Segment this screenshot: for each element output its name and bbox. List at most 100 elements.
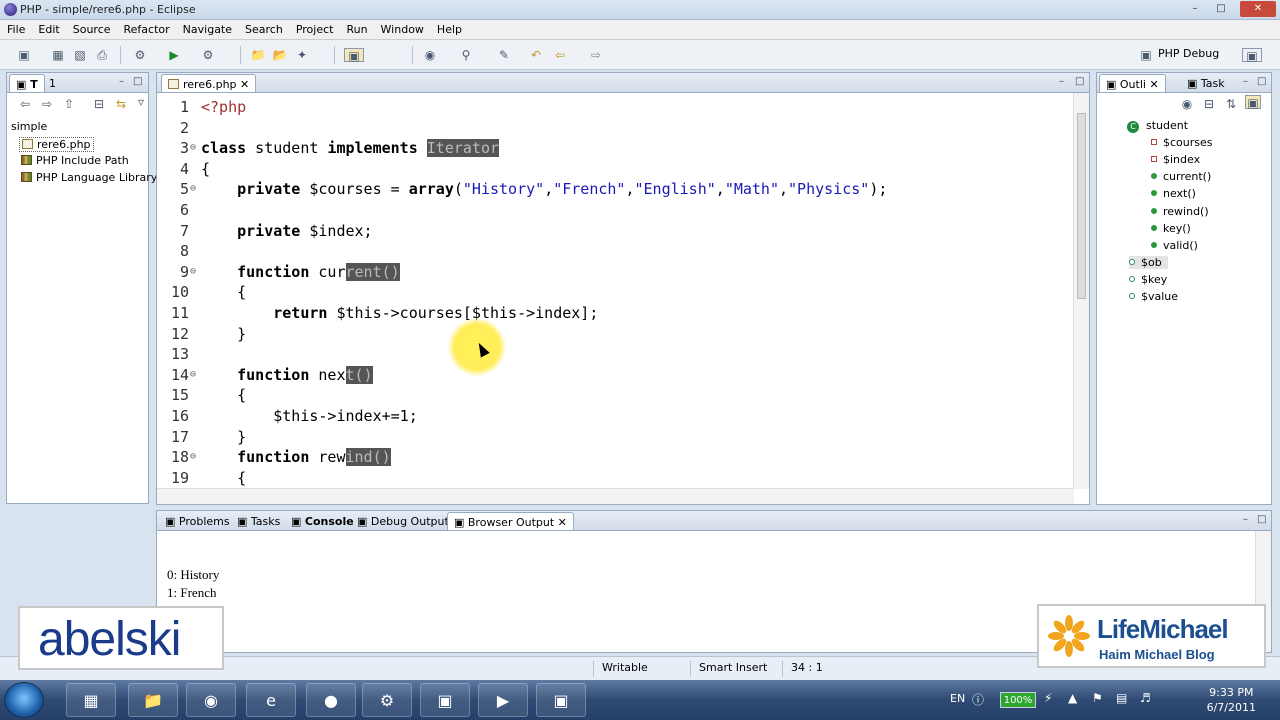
tab-problems[interactable]: ▣ Problems: [159, 512, 236, 530]
debug-icon[interactable]: ⚙: [132, 48, 148, 62]
fold-toggle-icon[interactable]: ⊖: [190, 262, 196, 282]
tree-item-include-path[interactable]: PHP Include Path: [21, 154, 129, 167]
menu-search[interactable]: Search: [238, 20, 289, 36]
hide-fields-icon[interactable]: ◉: [1179, 97, 1195, 111]
outline-item[interactable]: key(): [1151, 222, 1191, 235]
clock[interactable]: 9:33 PM 6/7/2011: [1207, 685, 1256, 715]
taskbar-explorer-icon[interactable]: 📁: [128, 683, 178, 717]
tree-item-language-library[interactable]: PHP Language Library: [21, 171, 157, 184]
taskbar-tool-icon[interactable]: ⚙: [362, 683, 412, 717]
wand-icon[interactable]: ✦: [294, 48, 310, 62]
collapse-all-icon[interactable]: ⊟: [91, 97, 107, 111]
minimize-panel-icon[interactable]: –: [119, 76, 124, 87]
outline-item[interactable]: $index: [1151, 153, 1200, 166]
outline-item[interactable]: $courses: [1151, 136, 1213, 149]
outline-item[interactable]: $ob: [1129, 255, 1168, 269]
last-edit-icon[interactable]: ↶: [528, 48, 544, 62]
tab-rere6-php[interactable]: rere6.php ✕: [161, 74, 257, 92]
fold-toggle-icon[interactable]: ⊖: [190, 179, 196, 199]
taskbar-chrome-icon[interactable]: ◉: [186, 683, 236, 717]
help-icon[interactable]: ⓘ: [972, 691, 984, 708]
outline-item[interactable]: next(): [1151, 187, 1196, 200]
close-tab-icon[interactable]: ✕: [1149, 78, 1158, 91]
tab-tasks[interactable]: ▣ Tasks: [231, 512, 286, 530]
close-window-button[interactable]: ✕: [1240, 1, 1276, 17]
tree-item-simple[interactable]: simple: [11, 120, 47, 133]
fold-toggle-icon[interactable]: ⊖: [190, 365, 196, 385]
maximize-button[interactable]: □: [1208, 1, 1234, 17]
outline-item[interactable]: Cstudent: [1127, 119, 1188, 133]
open-project-icon[interactable]: 📂: [272, 48, 288, 62]
start-button[interactable]: [4, 682, 44, 718]
sort-icon[interactable]: ⇅: [1223, 97, 1239, 111]
collapse-all-icon[interactable]: ⊟: [1201, 97, 1217, 111]
signal-icon[interactable]: ▤: [1116, 691, 1127, 705]
menu-project[interactable]: Project: [289, 20, 340, 36]
outline-item[interactable]: valid(): [1151, 239, 1198, 252]
tab-outline[interactable]: ▣ Outli ✕: [1099, 74, 1166, 92]
horizontal-scrollbar[interactable]: [157, 488, 1074, 504]
tab-type-hierarchy[interactable]: 1: [43, 74, 62, 92]
close-tab-icon[interactable]: ✕: [240, 78, 249, 91]
external-tools-icon[interactable]: ⚙: [200, 48, 216, 62]
save-all-icon[interactable]: ▧: [72, 48, 88, 62]
minimize-panel-icon[interactable]: –: [1243, 76, 1248, 87]
outline-item[interactable]: $value: [1129, 290, 1178, 303]
tab-tasks[interactable]: ▣ Task: [1181, 74, 1231, 92]
menu-window[interactable]: Window: [374, 20, 430, 36]
taskbar-ie-icon[interactable]: e: [246, 683, 296, 717]
save-icon[interactable]: ▦: [50, 48, 66, 62]
taskbar-player-icon[interactable]: ▶: [478, 683, 528, 717]
annotation-icon[interactable]: ✎: [496, 48, 512, 62]
view-menu-icon[interactable]: ▿: [133, 95, 149, 109]
menu-help[interactable]: Help: [430, 20, 468, 36]
flag-icon[interactable]: ⚑: [1092, 691, 1103, 705]
menu-refactor[interactable]: Refactor: [117, 20, 176, 36]
print-icon[interactable]: ⎙: [94, 48, 110, 62]
tab-browser-output[interactable]: ▣ Browser Output ✕: [447, 512, 574, 530]
maximize-panel-icon[interactable]: □: [1075, 76, 1084, 87]
outline-item[interactable]: current(): [1151, 170, 1211, 183]
code-area[interactable]: 1 <?php 2 3 ⊖ class student implements Iterat…: [157, 93, 1074, 489]
battery-indicator[interactable]: 100%: [1000, 692, 1036, 708]
outline-item[interactable]: $key: [1129, 273, 1167, 286]
vertical-scrollbar[interactable]: [1073, 93, 1089, 489]
fold-toggle-icon[interactable]: ⊖: [190, 138, 196, 158]
close-tab-icon[interactable]: ✕: [558, 516, 567, 529]
perspective-switch-icon[interactable]: ▣: [1242, 48, 1262, 63]
back-icon[interactable]: ⇦: [552, 48, 568, 62]
taskbar-window-icon[interactable]: ▣: [536, 683, 586, 717]
maximize-panel-icon[interactable]: □: [1257, 76, 1266, 87]
new-icon[interactable]: ▣: [16, 48, 32, 62]
taskbar-eclipse-icon[interactable]: ●: [306, 683, 356, 717]
outline-item[interactable]: rewind(): [1151, 205, 1209, 218]
globe-icon[interactable]: ◉: [422, 48, 438, 62]
maximize-panel-icon[interactable]: □: [1257, 514, 1266, 525]
minimize-panel-icon[interactable]: –: [1059, 76, 1064, 87]
taskbar-odp-icon[interactable]: ▣: [420, 683, 470, 717]
minimize-button[interactable]: –: [1182, 1, 1208, 17]
menu-file[interactable]: File: [0, 20, 31, 36]
power-icon[interactable]: ⚡: [1044, 691, 1052, 705]
network-icon[interactable]: ▲: [1068, 691, 1077, 705]
perspective-label[interactable]: PHP Debug: [1158, 47, 1219, 60]
up-icon[interactable]: ⇧: [61, 97, 77, 111]
link-editor-icon[interactable]: ▣: [1245, 95, 1261, 110]
maximize-panel-icon[interactable]: □: [133, 76, 142, 87]
open-folder-icon[interactable]: 📁: [250, 48, 266, 62]
menu-run[interactable]: Run: [339, 20, 373, 36]
browser-icon[interactable]: ▣: [344, 48, 364, 63]
tab-console[interactable]: ▣ Console: [285, 512, 360, 530]
taskbar-app-icon[interactable]: ▦: [66, 683, 116, 717]
forward-icon[interactable]: ⇨: [39, 97, 55, 111]
search-icon[interactable]: ⚲: [458, 48, 474, 62]
tab-explorer[interactable]: ▣ T: [9, 74, 45, 92]
menu-edit[interactable]: Edit: [31, 20, 65, 36]
tab-debug-output[interactable]: ▣ Debug Output: [351, 512, 455, 530]
tree-item-rere6[interactable]: rere6.php: [19, 137, 94, 152]
language-indicator[interactable]: EN: [950, 692, 965, 705]
volume-icon[interactable]: ♬: [1140, 691, 1151, 705]
back-icon[interactable]: ⇦: [17, 97, 33, 111]
run-icon[interactable]: ▶: [166, 48, 182, 62]
minimize-panel-icon[interactable]: –: [1243, 514, 1248, 525]
